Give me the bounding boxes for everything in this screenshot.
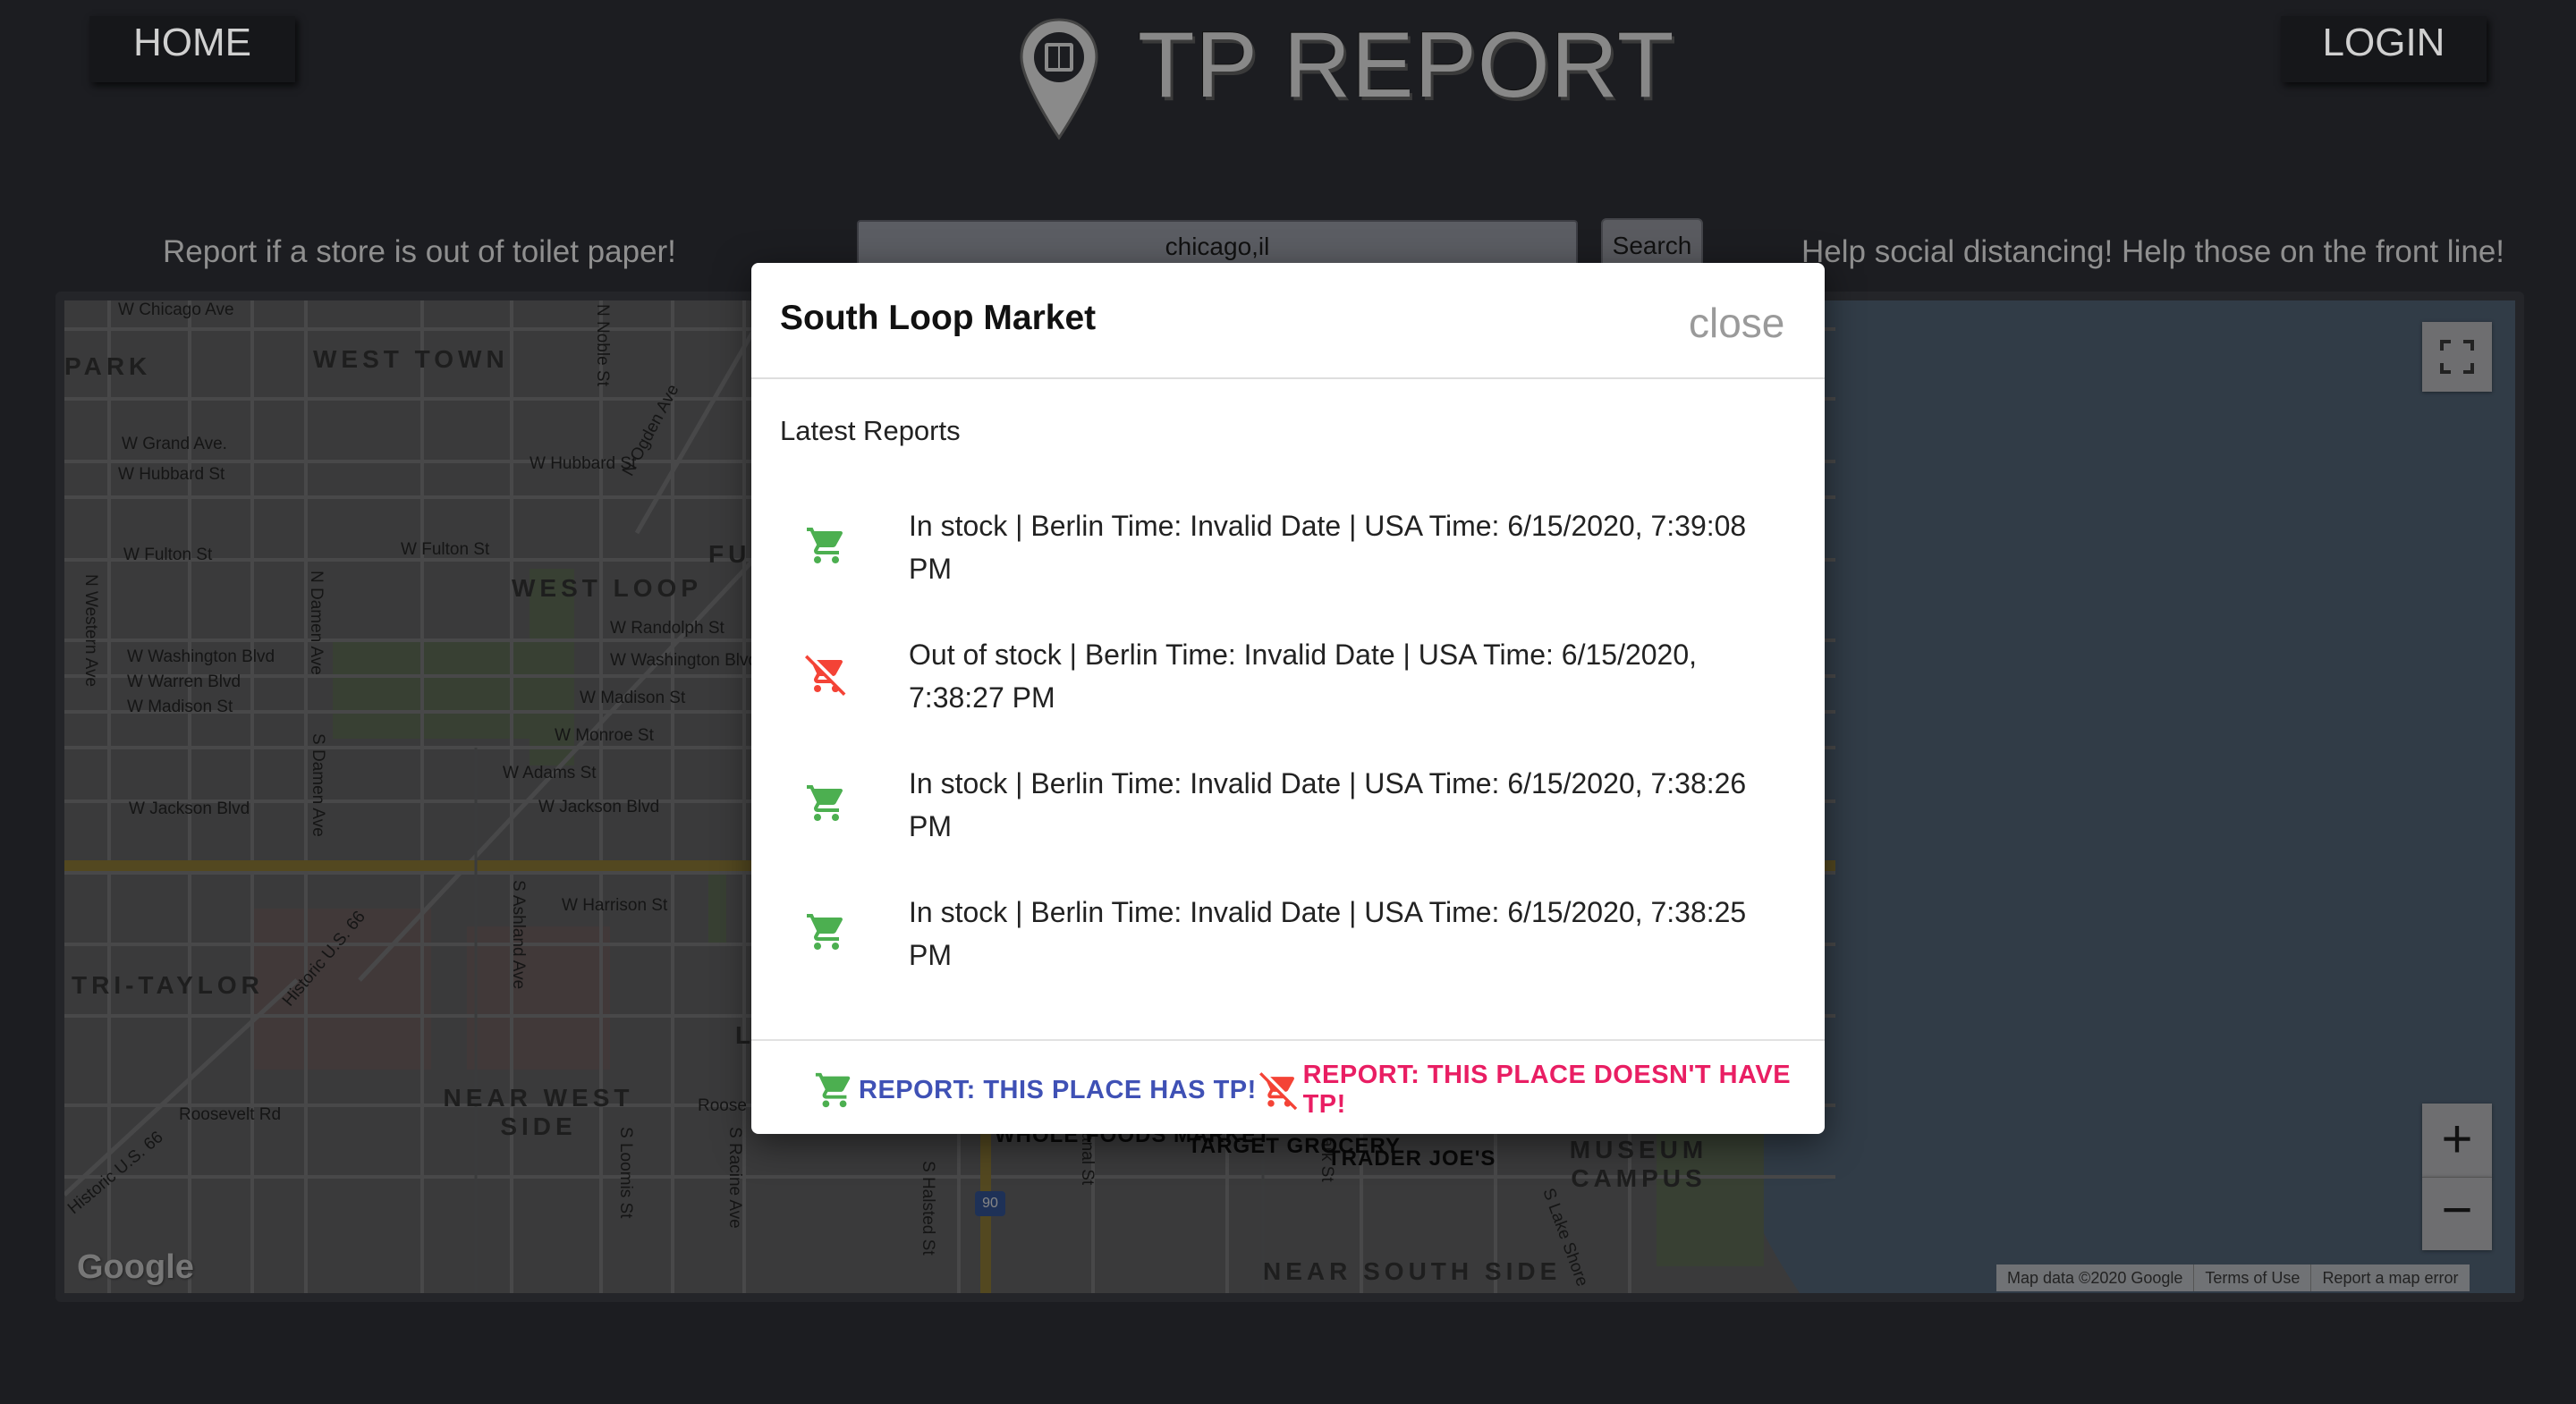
- report-text: Out of stock | Berlin Time: Invalid Date…: [909, 639, 1698, 714]
- tagline-left: Report if a store is out of toilet paper…: [163, 234, 676, 269]
- report-has-tp-label: REPORT: THIS PLACE HAS TP!: [859, 1075, 1257, 1104]
- report-list-item: In stock | Berlin Time: Invalid Date | U…: [751, 504, 1825, 603]
- home-button[interactable]: HOME: [89, 16, 295, 82]
- report-text: In stock | Berlin Time: Invalid Date | U…: [909, 767, 1747, 842]
- shopping-cart-icon: [807, 914, 843, 950]
- report-text: In stock | Berlin Time: Invalid Date | U…: [909, 896, 1747, 971]
- google-logo: Google: [77, 1248, 194, 1286]
- login-button[interactable]: LOGIN: [2281, 16, 2487, 82]
- report-map-error-link[interactable]: Report a map error: [2310, 1264, 2469, 1291]
- map-attribution: Map data ©2020 Google Terms of Use Repor…: [1996, 1264, 2470, 1291]
- map-data-credit: Map data ©2020 Google: [2007, 1269, 2183, 1287]
- close-button[interactable]: close: [1689, 299, 1784, 347]
- zoom-out-button[interactable]: −: [2422, 1177, 2492, 1250]
- section-heading: Latest Reports: [780, 415, 961, 446]
- fullscreen-button[interactable]: [2422, 322, 2492, 392]
- remove-shopping-cart-icon: [805, 655, 846, 696]
- modal-title: South Loop Market: [780, 299, 1097, 337]
- terms-of-use-link[interactable]: Terms of Use: [2193, 1264, 2310, 1291]
- map-pin-logo-icon: [1020, 18, 1098, 140]
- report-has-tp-button[interactable]: REPORT: THIS PLACE HAS TP!: [814, 1068, 1257, 1112]
- shopping-cart-icon: [815, 1072, 851, 1108]
- store-report-modal: South Loop Market close Latest Reports I…: [751, 263, 1825, 1134]
- report-list-item: Out of stock | Berlin Time: Invalid Date…: [751, 633, 1825, 732]
- shopping-cart-icon: [807, 528, 843, 563]
- fullscreen-icon: [2440, 340, 2474, 374]
- report-list-item: In stock | Berlin Time: Invalid Date | U…: [751, 891, 1825, 989]
- zoom-in-button[interactable]: +: [2422, 1104, 2492, 1177]
- divider: [751, 377, 1825, 379]
- report-text: In stock | Berlin Time: Invalid Date | U…: [909, 510, 1747, 585]
- report-no-tp-button[interactable]: REPORT: THIS PLACE DOESN'T HAVE TP!: [1259, 1061, 1825, 1119]
- report-list-item: In stock | Berlin Time: Invalid Date | U…: [751, 762, 1825, 860]
- tagline-right: Help social distancing! Help those on th…: [1801, 234, 2505, 269]
- report-no-tp-label: REPORT: THIS PLACE DOESN'T HAVE TP!: [1302, 1061, 1792, 1119]
- shopping-cart-icon: [807, 785, 843, 821]
- remove-shopping-cart-icon: [1259, 1072, 1298, 1111]
- brand-title: TP REPORT: [1138, 13, 1675, 117]
- divider: [751, 1039, 1825, 1041]
